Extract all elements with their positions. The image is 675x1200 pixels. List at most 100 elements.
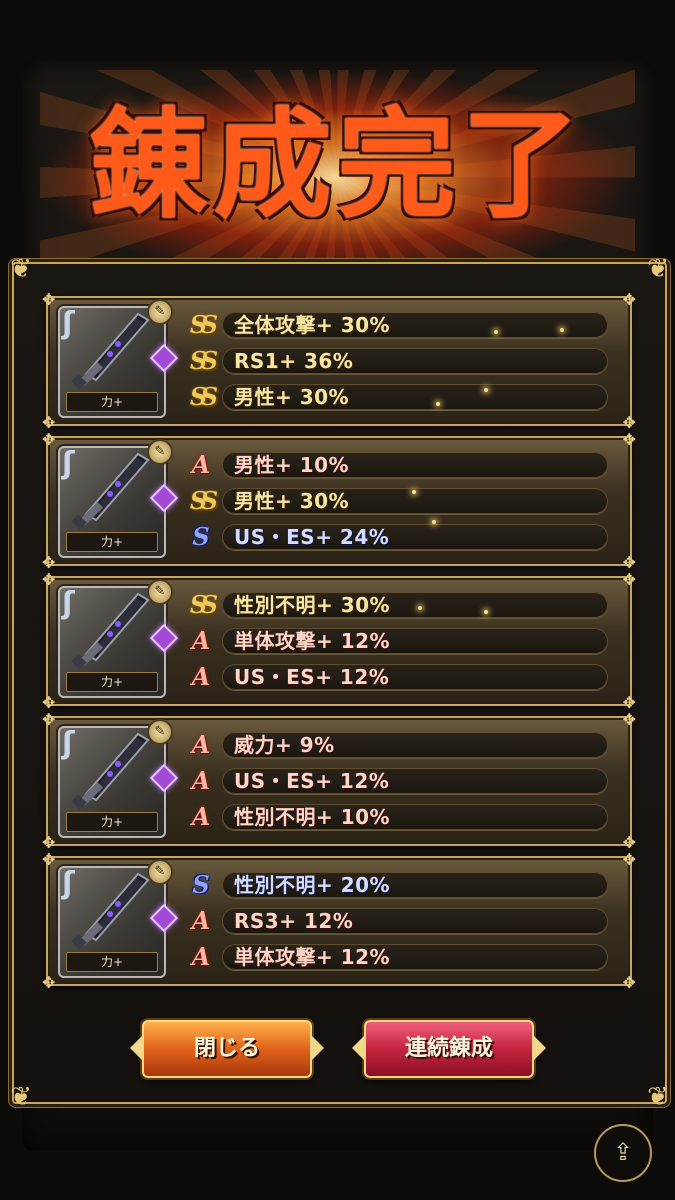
- refine-result-card: ✥ ✥ ✥ ✥ ʃ ✎ 力+ A 威力+ 9% A US・ES+ 12% A 性別不明+ 10%: [42, 710, 636, 852]
- rank-a-icon: A: [191, 802, 211, 831]
- stat-text: 全体攻撃+ 30%: [234, 313, 391, 337]
- sword-icon: [71, 592, 150, 670]
- refine-result-card: ✥ ✥ ✥ ✥ ʃ ✎ 力+ SS 性別不明+ 30% A 単体攻撃+ 12% A US・ES+ 12%: [42, 570, 636, 712]
- stat-text: US・ES+ 12%: [234, 665, 390, 689]
- refine-result-card: ✥ ✥ ✥ ✥ ʃ ✎ 力+ A 男性+ 10% SS 男性+ 30% S US・ES+ 24%: [42, 430, 636, 572]
- ornament-icon: ✥: [42, 710, 56, 729]
- stat-text: 男性+ 30%: [234, 385, 350, 409]
- sparkle: [412, 490, 416, 494]
- stat-text: RS1+ 36%: [234, 349, 354, 373]
- ornament-icon: ✥: [622, 570, 636, 589]
- close-button[interactable]: 閉じる: [130, 1020, 324, 1078]
- stat-row: SS RS1+ 36%: [186, 346, 608, 375]
- lock-icon: ✎: [147, 579, 173, 605]
- weapon-icon-frame[interactable]: ʃ ✎ 力+: [58, 859, 179, 978]
- stat-text: US・ES+ 12%: [234, 769, 390, 793]
- sword-icon: [71, 312, 150, 390]
- stat-text: 男性+ 10%: [234, 453, 350, 477]
- stat-row: A 男性+ 10%: [186, 450, 608, 479]
- stat-row: A 単体攻撃+ 12%: [186, 942, 608, 971]
- share-button[interactable]: ⇪: [594, 1124, 652, 1182]
- rank-s-icon: S: [192, 522, 210, 551]
- sparkle: [484, 388, 488, 392]
- stat-text: 威力+ 9%: [234, 733, 335, 757]
- refine-result-card: ✥ ✥ ✥ ✥ ʃ ✎ 力+ SS 全体攻撃+ 30% SS RS1+ 36% SS 男性+ 30%: [42, 290, 636, 432]
- sparkle: [418, 606, 422, 610]
- arrow-right-icon: [312, 1036, 324, 1060]
- ornament-icon: ✥: [622, 973, 636, 992]
- weapon-icon-frame[interactable]: ʃ ✎ 力+: [58, 439, 179, 558]
- refine-result-card: ✥ ✥ ✥ ✥ ʃ ✎ 力+ S 性別不明+ 20% A RS3+ 12% A 単体攻撃+ 12%: [42, 850, 636, 992]
- rank-a-icon: A: [191, 450, 211, 479]
- weapon-icon-frame[interactable]: ʃ ✎ 力+: [58, 579, 179, 698]
- lock-icon: ✎: [147, 299, 173, 325]
- stat-row: S 性別不明+ 20%: [186, 870, 608, 899]
- stat-text: US・ES+ 24%: [234, 525, 390, 549]
- weapon-stat-label: 力+: [66, 812, 158, 832]
- stat-text: 性別不明+ 20%: [234, 873, 391, 897]
- stat-row: SS 性別不明+ 30%: [186, 590, 608, 619]
- weapon-stat-label: 力+: [66, 532, 158, 552]
- rank-ss-icon: SS: [189, 382, 218, 411]
- stat-row: SS 男性+ 30%: [186, 382, 608, 411]
- stat-row: A RS3+ 12%: [186, 906, 608, 935]
- rank-ss-icon: SS: [189, 590, 218, 619]
- rank-ss-icon: SS: [189, 346, 218, 375]
- sword-icon: [71, 872, 150, 950]
- page-title: 錬成完了: [89, 95, 586, 234]
- weapon-icon-frame[interactable]: ʃ ✎ 力+: [58, 719, 179, 838]
- continue-refine-button-label: 連続錬成: [404, 1036, 493, 1061]
- sparkle: [432, 520, 436, 524]
- ornament-icon: ✥: [42, 290, 56, 309]
- rank-ss-icon: SS: [189, 486, 218, 515]
- ornament-icon: ✥: [622, 710, 636, 729]
- stat-text: 性別不明+ 10%: [234, 805, 391, 829]
- ornament-icon: ❦: [10, 1082, 32, 1112]
- stat-text: 性別不明+ 30%: [234, 593, 391, 617]
- stat-text: 単体攻撃+ 12%: [234, 629, 391, 653]
- share-icon: ⇪: [612, 1138, 634, 1166]
- rank-a-icon: A: [191, 906, 211, 935]
- rank-a-icon: A: [191, 766, 211, 795]
- stat-text: RS3+ 12%: [234, 909, 354, 933]
- close-button-label: 閉じる: [193, 1036, 260, 1061]
- sparkle: [560, 328, 564, 332]
- continue-refine-button[interactable]: 連続錬成: [352, 1020, 546, 1078]
- weapon-stat-label: 力+: [66, 672, 158, 692]
- ornament-icon: ✥: [622, 430, 636, 449]
- weapon-icon-frame[interactable]: ʃ ✎ 力+: [58, 299, 179, 418]
- ornament-icon: ✥: [42, 850, 56, 869]
- stat-row: A 単体攻撃+ 12%: [186, 626, 608, 655]
- sparkle: [436, 402, 440, 406]
- sword-icon: [71, 732, 150, 810]
- stat-row: SS 全体攻撃+ 30%: [186, 310, 608, 339]
- rank-a-icon: A: [191, 626, 211, 655]
- ornament-icon: ✥: [622, 290, 636, 309]
- weapon-stat-label: 力+: [66, 952, 158, 972]
- lock-icon: ✎: [147, 859, 173, 885]
- ornament-icon: ✥: [42, 570, 56, 589]
- stat-row: SS 男性+ 30%: [186, 486, 608, 515]
- arrow-left-icon: [352, 1036, 364, 1060]
- stat-text: 単体攻撃+ 12%: [234, 945, 391, 969]
- ornament-icon: ❦: [10, 254, 32, 284]
- stat-row: A US・ES+ 12%: [186, 662, 608, 691]
- stat-row: A 性別不明+ 10%: [186, 802, 608, 831]
- arrow-right-icon: [534, 1036, 546, 1060]
- arrow-left-icon: [130, 1036, 142, 1060]
- ornament-icon: ❦: [647, 1082, 669, 1112]
- ornament-icon: ✥: [622, 850, 636, 869]
- lock-icon: ✎: [147, 719, 173, 745]
- weapon-stat-label: 力+: [66, 392, 158, 412]
- ornament-icon: ❦: [647, 254, 669, 284]
- rank-a-icon: A: [191, 662, 211, 691]
- ornament-icon: ✥: [42, 430, 56, 449]
- lock-icon: ✎: [147, 439, 173, 465]
- ornament-icon: ✥: [42, 973, 56, 992]
- sparkle: [494, 330, 498, 334]
- rank-a-icon: A: [191, 730, 211, 759]
- rank-s-icon: S: [192, 870, 210, 899]
- stat-text: 男性+ 30%: [234, 489, 350, 513]
- sparkle: [484, 610, 488, 614]
- rank-a-icon: A: [191, 942, 211, 971]
